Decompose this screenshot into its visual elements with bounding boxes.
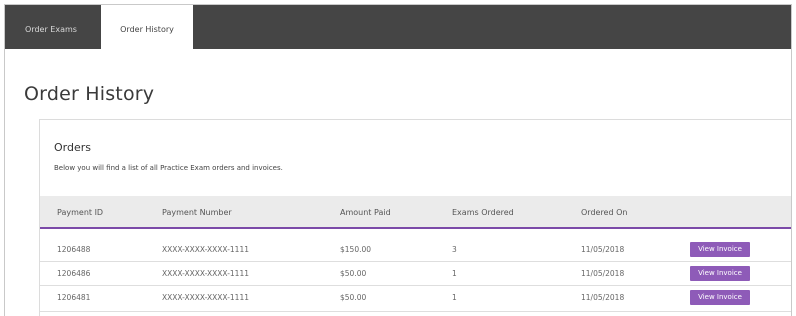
payment-id-cell: 1206488 [57, 245, 91, 254]
payment-number-cell: XXXX-XXXX-XXXX-1111 [162, 293, 249, 302]
column-header-amount-paid: Amount Paid [340, 208, 391, 217]
view-invoice-button[interactable]: View Invoice [690, 242, 750, 257]
payment-number-cell: XXXX-XXXX-XXXX-1111 [162, 245, 249, 254]
orders-panel: Orders Below you will find a list of all… [39, 119, 791, 316]
ordered-on-cell: 11/05/2018 [581, 245, 625, 254]
exams-ordered-cell: 1 [452, 293, 457, 302]
exams-ordered-cell: 3 [452, 245, 457, 254]
column-header-exams-ordered: Exams Ordered [452, 208, 514, 217]
app-frame: Order Exams Order History Order History … [4, 4, 792, 316]
amount-paid-cell: $50.00 [340, 293, 367, 302]
table-row: 1206486 XXXX-XXXX-XXXX-1111 $50.00 1 11/… [40, 262, 791, 286]
amount-paid-cell: $150.00 [340, 245, 372, 254]
exams-ordered-cell: 1 [452, 269, 457, 278]
column-header-ordered-on: Ordered On [581, 208, 628, 217]
ordered-on-cell: 11/05/2018 [581, 293, 625, 302]
amount-paid-cell: $50.00 [340, 269, 367, 278]
column-header-payment-id: Payment ID [57, 208, 104, 217]
tab-order-history[interactable]: Order History [101, 5, 193, 49]
table-row: 1206488 XXXX-XXXX-XXXX-1111 $150.00 3 11… [40, 238, 791, 262]
table-header: Payment ID Payment Number Amount Paid Ex… [40, 196, 791, 229]
orders-description: Below you will find a list of all Practi… [54, 164, 283, 172]
table-row: 1206481 XXXX-XXXX-XXXX-1111 $50.00 1 11/… [40, 286, 791, 312]
orders-title: Orders [54, 141, 91, 154]
tab-order-exams[interactable]: Order Exams [5, 5, 97, 49]
payment-id-cell: 1206486 [57, 269, 91, 278]
view-invoice-button[interactable]: View Invoice [690, 290, 750, 305]
page-title: Order History [24, 83, 155, 105]
ordered-on-cell: 11/05/2018 [581, 269, 625, 278]
tab-bar: Order Exams Order History [5, 5, 791, 49]
payment-number-cell: XXXX-XXXX-XXXX-1111 [162, 269, 249, 278]
payment-id-cell: 1206481 [57, 293, 91, 302]
column-header-payment-number: Payment Number [162, 208, 232, 217]
view-invoice-button[interactable]: View Invoice [690, 266, 750, 281]
